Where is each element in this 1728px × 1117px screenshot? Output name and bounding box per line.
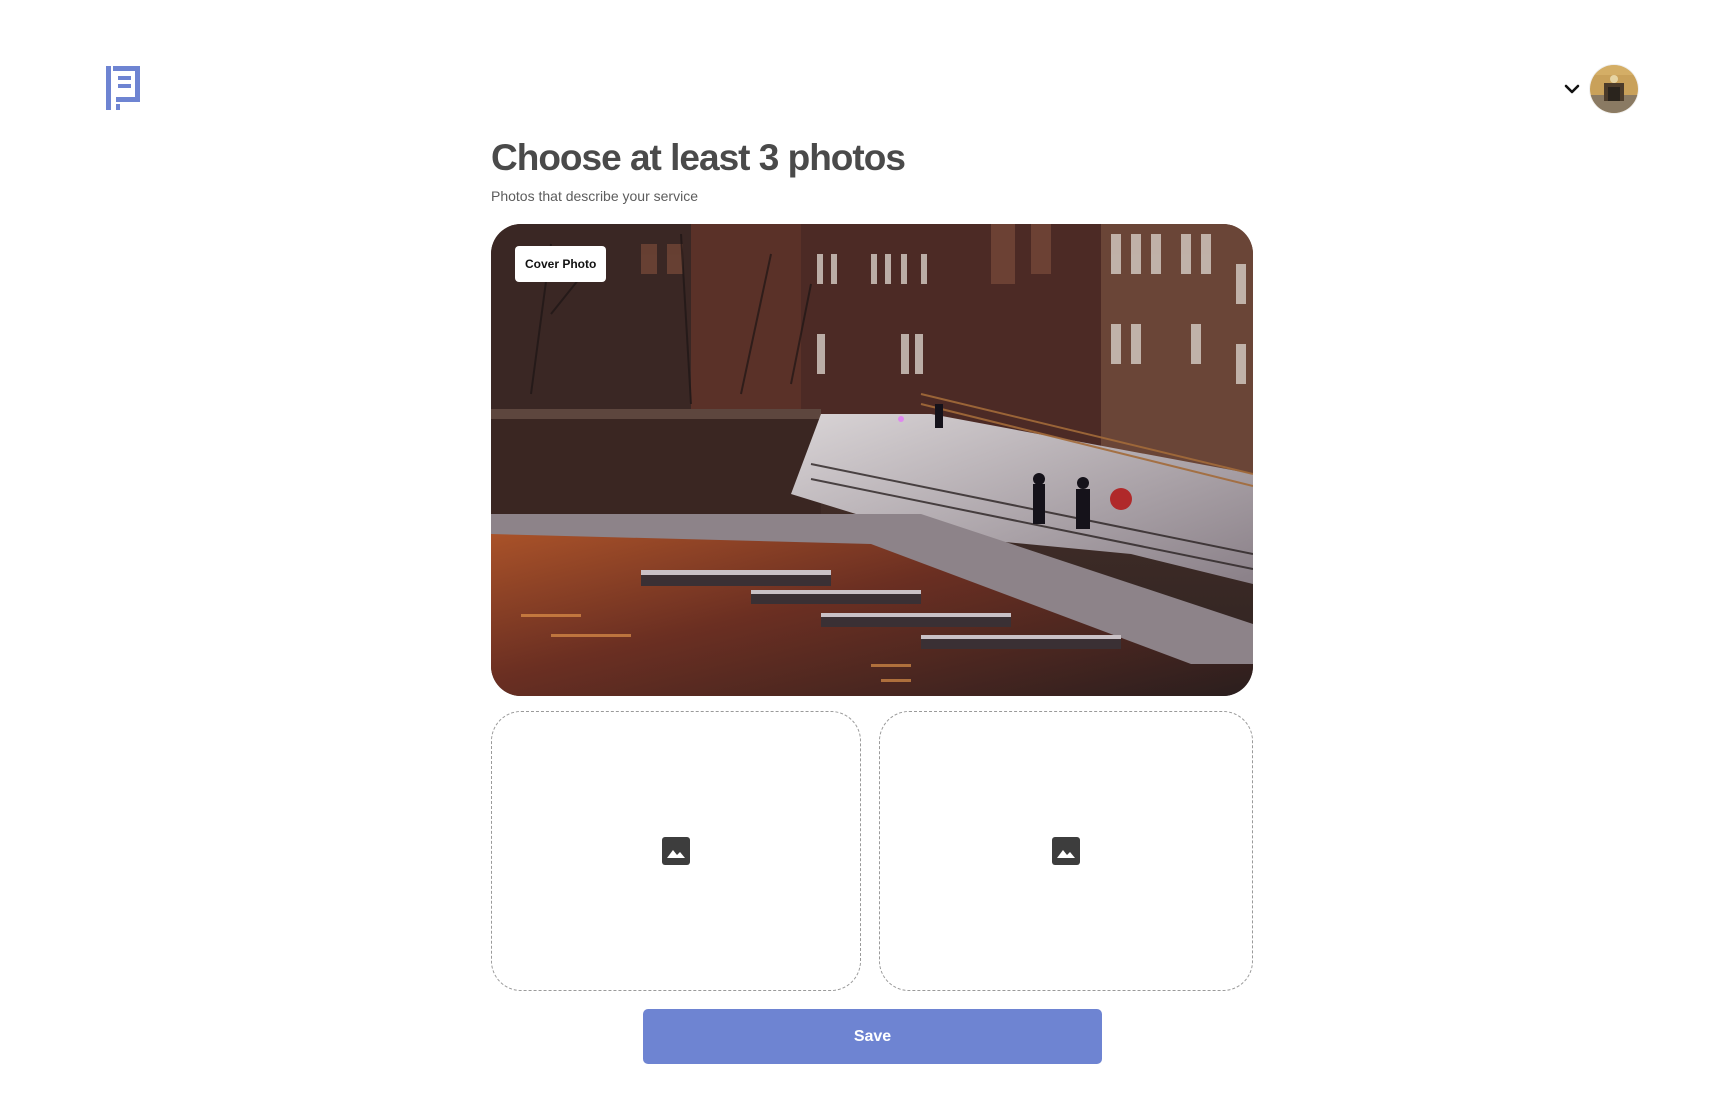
page: Choose at least 3 photos Photos that des… [0, 0, 1728, 1117]
user-menu[interactable] [1562, 64, 1638, 114]
cover-photo-badge: Cover Photo [515, 246, 607, 282]
save-button[interactable]: Save [643, 1009, 1102, 1064]
photo-slot-3[interactable] [879, 711, 1253, 991]
photo-slots [491, 711, 1253, 994]
photo-slot-2[interactable] [491, 711, 861, 991]
image-icon [1052, 837, 1080, 865]
page-subtitle: Photos that describe your service [491, 188, 698, 204]
cover-photo-image [491, 224, 1253, 696]
avatar[interactable] [1590, 65, 1638, 113]
page-title: Choose at least 3 photos [491, 137, 906, 178]
cover-photo[interactable]: Cover Photo [491, 224, 1253, 696]
photo-upload-section: Choose at least 3 photos Photos that des… [491, 132, 1253, 1064]
app-logo-icon[interactable] [104, 64, 142, 112]
chevron-down-icon[interactable] [1562, 79, 1582, 99]
image-icon [662, 837, 690, 865]
